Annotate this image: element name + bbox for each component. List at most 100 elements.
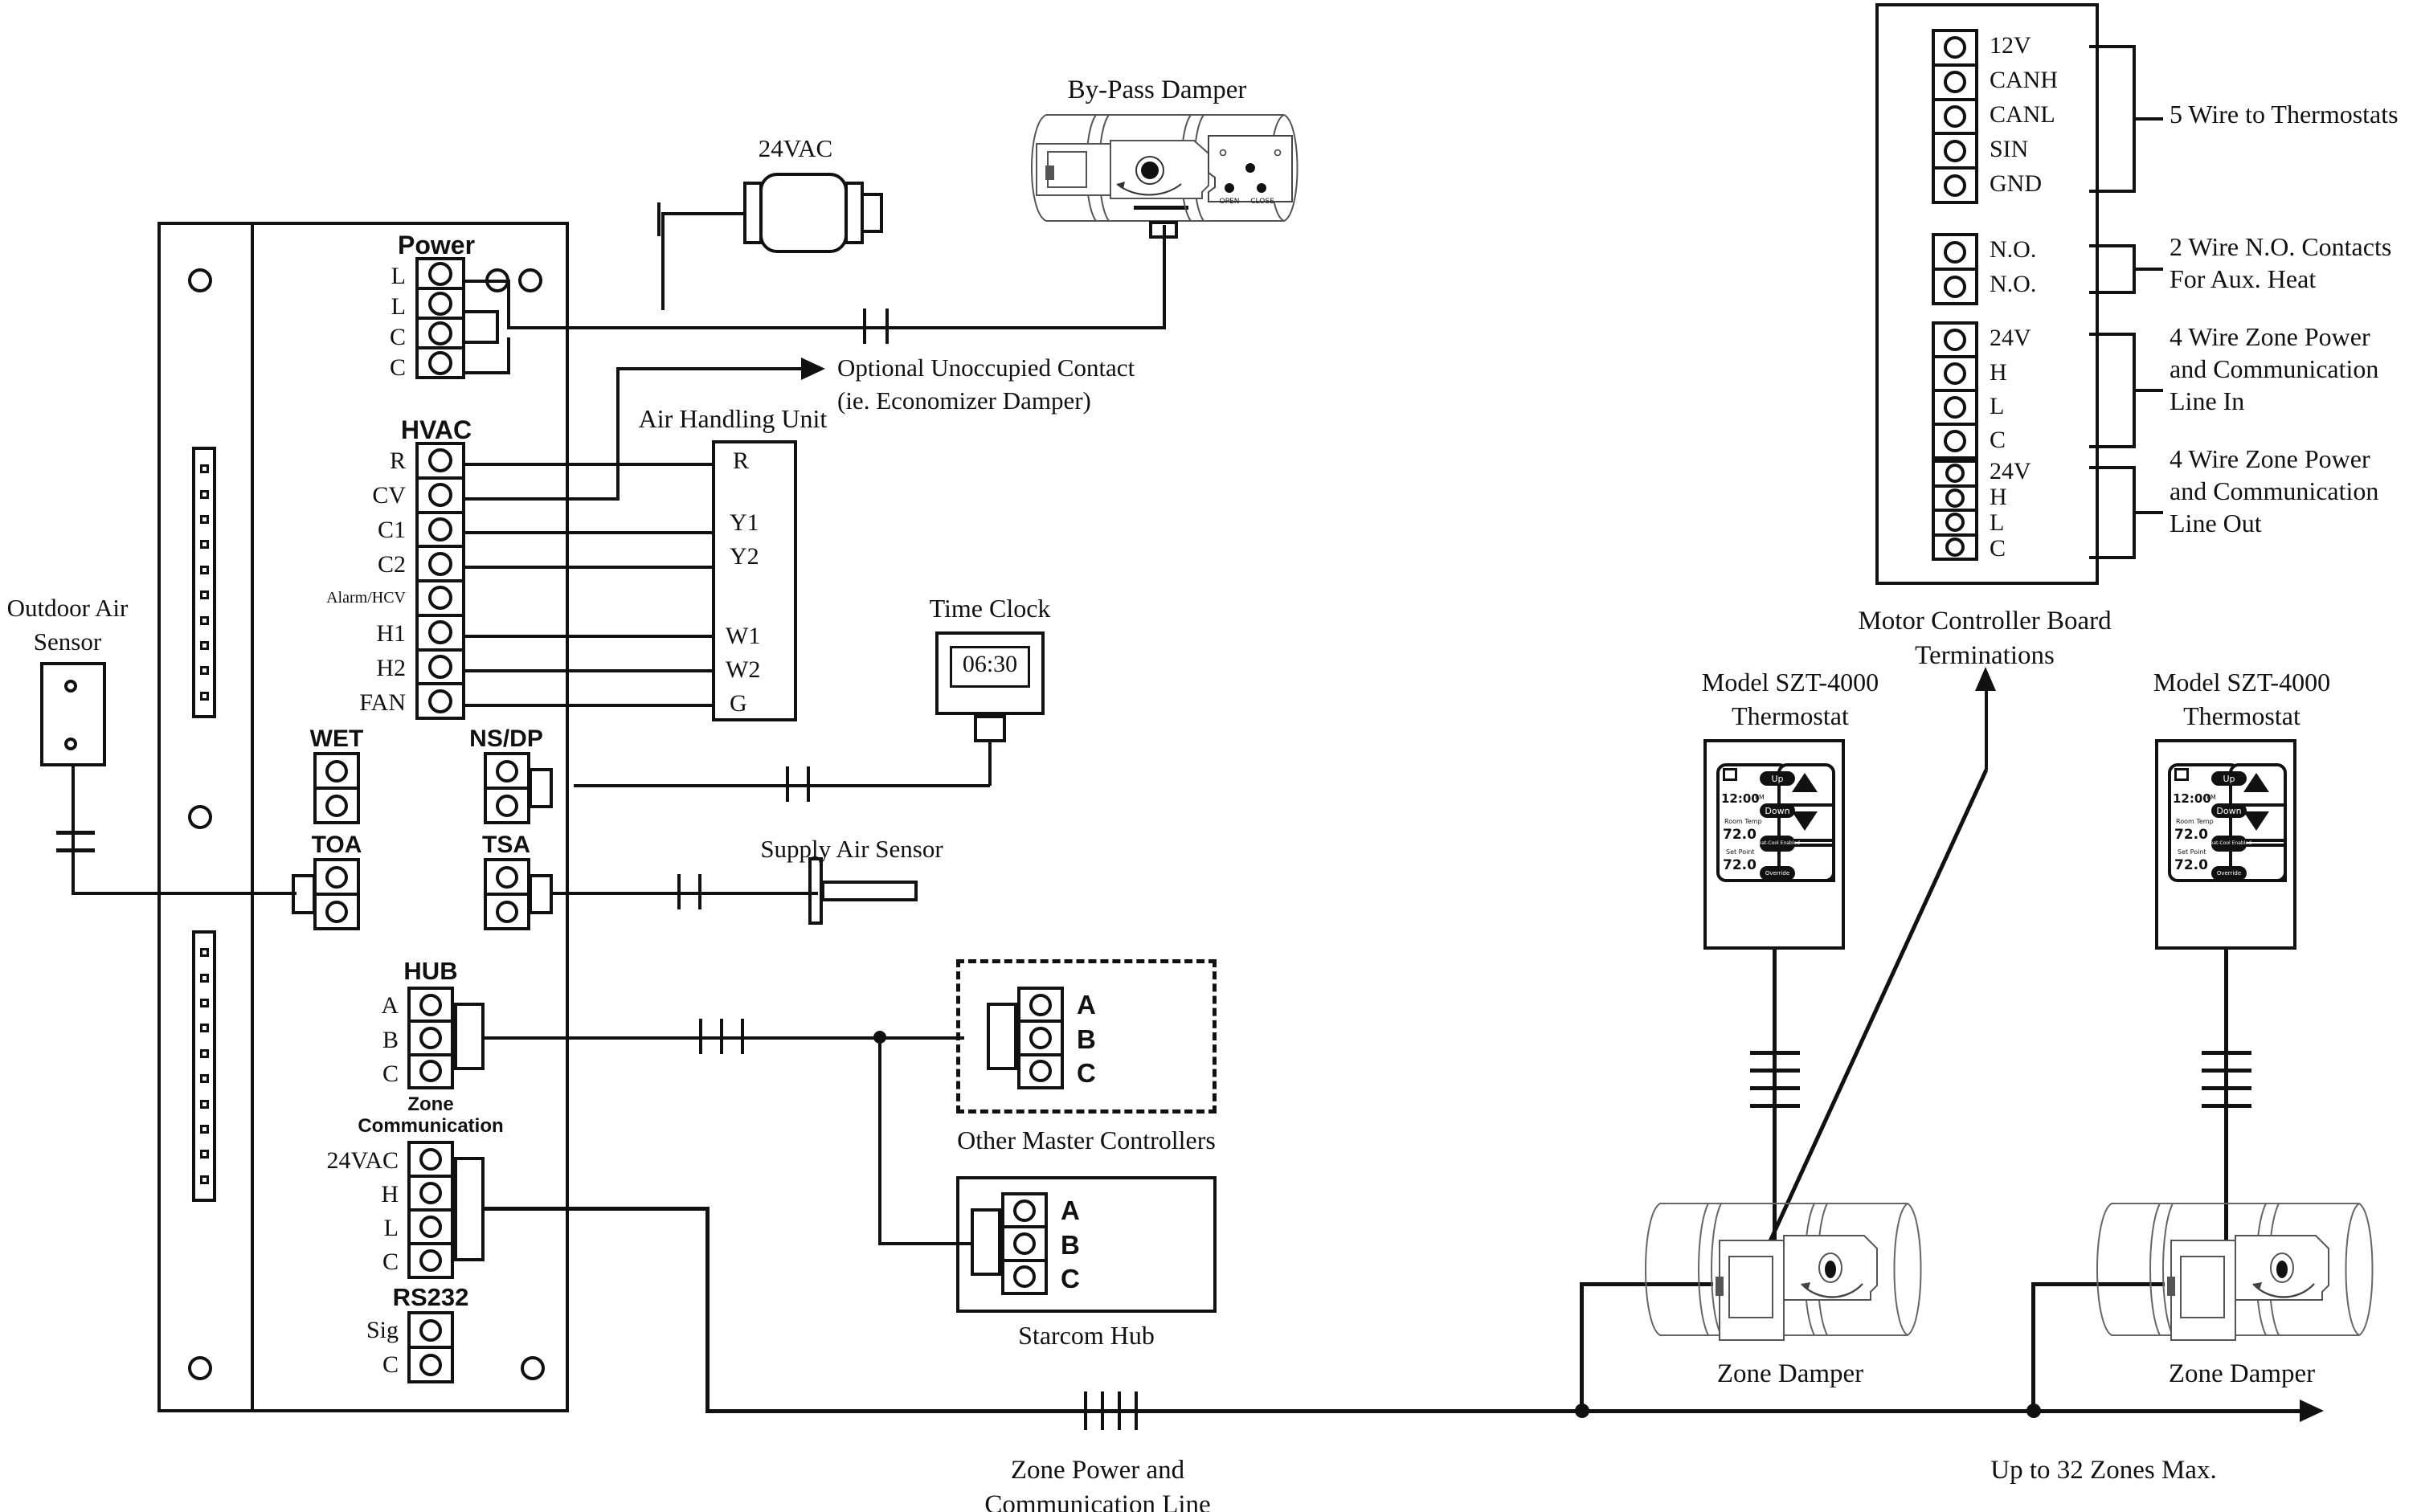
thermostat-2-up-key[interactable]: Up bbox=[2211, 771, 2247, 786]
terminal[interactable] bbox=[1935, 170, 1975, 201]
terminal[interactable] bbox=[487, 755, 527, 790]
terminal[interactable] bbox=[1935, 463, 1975, 488]
terminal[interactable] bbox=[419, 685, 462, 717]
mcb-pin-label: N.O. bbox=[1990, 271, 2037, 297]
up-arrow-icon[interactable] bbox=[2243, 773, 2269, 792]
starcom-pin-label: A bbox=[1061, 1195, 1080, 1225]
terminal[interactable] bbox=[1935, 392, 1975, 426]
other-master-terminal-strip bbox=[1017, 987, 1064, 1089]
terminal[interactable] bbox=[317, 896, 357, 927]
terminal[interactable] bbox=[411, 1314, 451, 1349]
terminal[interactable] bbox=[419, 514, 462, 549]
starcom-pin-label: B bbox=[1061, 1230, 1080, 1260]
terminal[interactable] bbox=[1935, 271, 1975, 302]
terminal[interactable] bbox=[411, 990, 451, 1024]
terminal[interactable] bbox=[1935, 358, 1975, 392]
terminal[interactable] bbox=[1020, 990, 1061, 1024]
ahu-pin-label: W2 bbox=[726, 656, 761, 683]
terminal[interactable] bbox=[419, 320, 462, 349]
thermostat-2-override-key[interactable]: Override bbox=[2211, 866, 2247, 881]
terminal[interactable] bbox=[487, 790, 527, 821]
rs232-block-title: RS232 bbox=[392, 1283, 469, 1311]
terminal[interactable] bbox=[419, 652, 462, 686]
terminal[interactable] bbox=[419, 260, 462, 290]
down-arrow-icon[interactable] bbox=[2243, 811, 2269, 831]
terminal[interactable] bbox=[317, 755, 357, 790]
terminal[interactable] bbox=[1004, 1228, 1045, 1262]
terminal[interactable] bbox=[1935, 537, 1975, 558]
terminal[interactable] bbox=[419, 445, 462, 480]
time-clock-display: 06:30 bbox=[962, 651, 1018, 677]
zone-damper-1-label: Zone Damper bbox=[1716, 1359, 1864, 1388]
terminal[interactable] bbox=[1935, 32, 1975, 67]
thermostat-1-up-key[interactable]: Up bbox=[1760, 771, 1795, 786]
optional-contact-label-line1: Optional Unoccupied Contact bbox=[837, 353, 1135, 382]
terminal[interactable] bbox=[1935, 325, 1975, 358]
nsdp-terminal-strip bbox=[484, 752, 530, 824]
terminal[interactable] bbox=[1004, 1262, 1045, 1292]
thermostat-1-down-key[interactable]: Down bbox=[1760, 803, 1795, 818]
terminal[interactable] bbox=[1935, 101, 1975, 136]
thermostat-1-heatcool-key[interactable]: Heat-Cool Enabled bbox=[1755, 836, 1800, 852]
other-master-pin-label: C bbox=[1077, 1058, 1096, 1088]
wire-hvac-h1-to-ahu-w1 bbox=[465, 635, 714, 638]
terminal[interactable] bbox=[419, 480, 462, 514]
terminal[interactable] bbox=[411, 1178, 451, 1212]
mcb-pin-label: H bbox=[1990, 359, 2007, 386]
wire-to-optional-contact bbox=[616, 367, 803, 370]
terminal[interactable] bbox=[411, 1056, 451, 1086]
wire-hash-mark bbox=[1101, 1391, 1104, 1430]
thermostat-2-heatcool-key[interactable]: Heat-Cool Enabled bbox=[2206, 836, 2251, 852]
terminal[interactable] bbox=[1935, 135, 1975, 170]
transformer-label: 24VAC bbox=[758, 134, 833, 162]
zone-comm-lead-bracket bbox=[454, 1157, 485, 1261]
terminal[interactable] bbox=[419, 548, 462, 582]
mcb-pin-label: 12V bbox=[1990, 32, 2031, 59]
terminal[interactable] bbox=[1935, 488, 1975, 512]
ahu-pin-label: G bbox=[730, 690, 747, 717]
terminal[interactable] bbox=[1004, 1195, 1045, 1229]
terminal[interactable] bbox=[487, 861, 527, 896]
wire-hvac-fan-to-ahu-g bbox=[465, 704, 714, 707]
pin bbox=[199, 1124, 209, 1134]
mcb-pin-label: H bbox=[1990, 484, 2007, 510]
wire-hash-mark bbox=[1750, 1069, 1800, 1073]
terminal[interactable] bbox=[1935, 426, 1975, 456]
power-block-title: Power bbox=[397, 231, 476, 259]
terminal[interactable] bbox=[317, 790, 357, 821]
terminal[interactable] bbox=[1935, 512, 1975, 537]
wire-cv-riser bbox=[616, 367, 620, 501]
terminal[interactable] bbox=[487, 896, 527, 927]
terminal[interactable] bbox=[1020, 1056, 1061, 1086]
outdoor-air-sensor-label-line2: Sensor bbox=[33, 627, 102, 656]
thermostat-1-room-temp-value: 72.0 bbox=[1723, 827, 1757, 843]
pin bbox=[199, 948, 209, 958]
terminal[interactable] bbox=[317, 861, 357, 896]
up-arrow-icon[interactable] bbox=[1792, 773, 1818, 792]
wire-hash-mark bbox=[2202, 1051, 2251, 1055]
terminal[interactable] bbox=[411, 1144, 451, 1178]
terminal[interactable] bbox=[411, 1212, 451, 1245]
hub-pin-label: C bbox=[382, 1060, 399, 1087]
terminal[interactable] bbox=[419, 349, 462, 376]
terminal[interactable] bbox=[1020, 1023, 1061, 1056]
hvac-terminal-strip bbox=[415, 442, 465, 720]
power-terminal-strip bbox=[415, 257, 465, 379]
thermostat-2-down-key[interactable]: Down bbox=[2211, 803, 2247, 818]
terminal[interactable] bbox=[1935, 67, 1975, 101]
outdoor-air-sensor-body bbox=[40, 662, 106, 766]
zone-power-communication-bus bbox=[705, 1409, 2305, 1413]
optional-contact-label-line2: (ie. Economizer Damper) bbox=[837, 386, 1091, 415]
terminal[interactable] bbox=[1935, 236, 1975, 271]
air-handling-unit-title: Air Handling Unit bbox=[638, 404, 828, 433]
wire-hash-mark bbox=[2202, 1104, 2251, 1108]
thermostat-1-override-key[interactable]: Override bbox=[1760, 866, 1795, 881]
terminal[interactable] bbox=[419, 617, 462, 652]
wire-hub-bus bbox=[485, 1036, 964, 1040]
terminal[interactable] bbox=[411, 1023, 451, 1056]
terminal[interactable] bbox=[411, 1245, 451, 1276]
terminal[interactable] bbox=[419, 582, 462, 617]
down-arrow-icon[interactable] bbox=[1792, 811, 1818, 831]
terminal[interactable] bbox=[419, 290, 462, 320]
terminal[interactable] bbox=[411, 1349, 451, 1380]
